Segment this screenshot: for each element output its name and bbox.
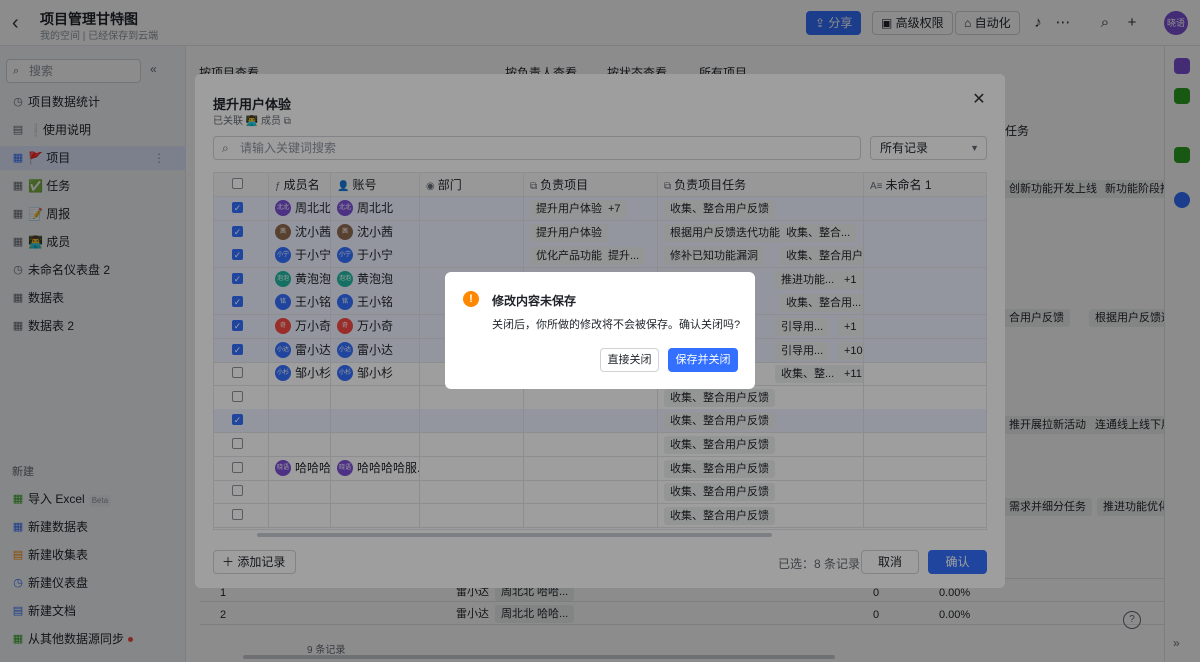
warning-icon: !	[463, 291, 479, 307]
close-without-saving-button[interactable]: 直接关闭	[600, 348, 659, 372]
dialog-title: 修改内容未保存	[492, 294, 577, 308]
dialog-message: 关闭后，你所做的修改将不会被保存。确认关闭吗?	[492, 319, 741, 331]
unsaved-changes-dialog: ! 修改内容未保存 关闭后，你所做的修改将不会被保存。确认关闭吗? 直接关闭 保…	[445, 272, 755, 389]
save-and-close-button[interactable]: 保存并关闭	[668, 348, 738, 372]
